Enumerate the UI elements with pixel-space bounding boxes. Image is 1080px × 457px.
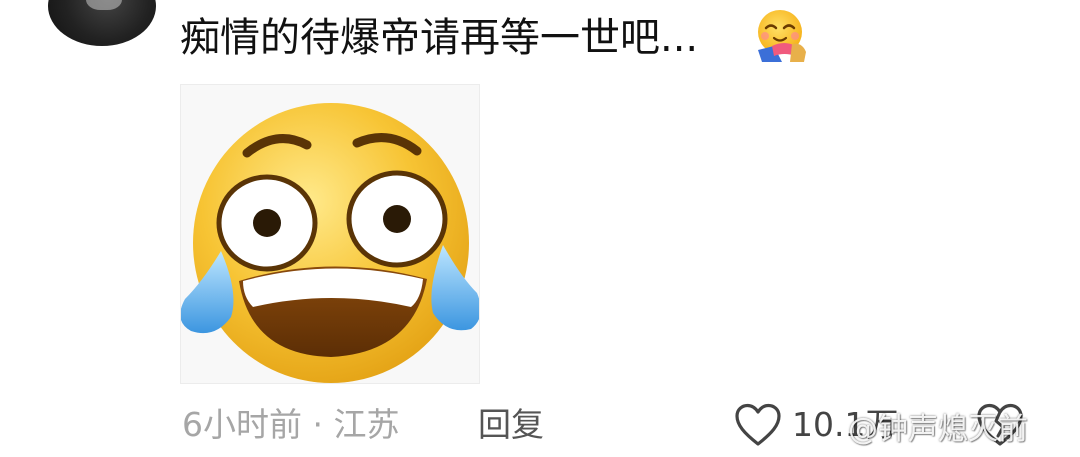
comment-time: 6小时前: [182, 405, 302, 444]
comment-item: 痴情的待爆帝请再等一世吧... 6小时前 · 江苏 回复 10.1万 @钟声熄灭…: [0, 0, 1080, 457]
avatar[interactable]: [48, 0, 156, 46]
reply-button[interactable]: 回复: [478, 400, 544, 450]
meta-separator: ·: [302, 405, 334, 444]
smiling-face-hugging-icon: [758, 10, 806, 62]
sticker-image[interactable]: [180, 84, 480, 384]
laughing-crying-face-icon: [181, 103, 479, 383]
watermark-text: @钟声熄灭前: [848, 412, 1028, 447]
avatar-face: [86, 0, 122, 10]
comment-text: 痴情的待爆帝请再等一世吧...: [180, 15, 699, 61]
comment-location: 江苏: [333, 405, 400, 444]
heart-outline-icon[interactable]: [734, 403, 782, 447]
comment-meta: 6小时前 · 江苏: [182, 400, 399, 450]
